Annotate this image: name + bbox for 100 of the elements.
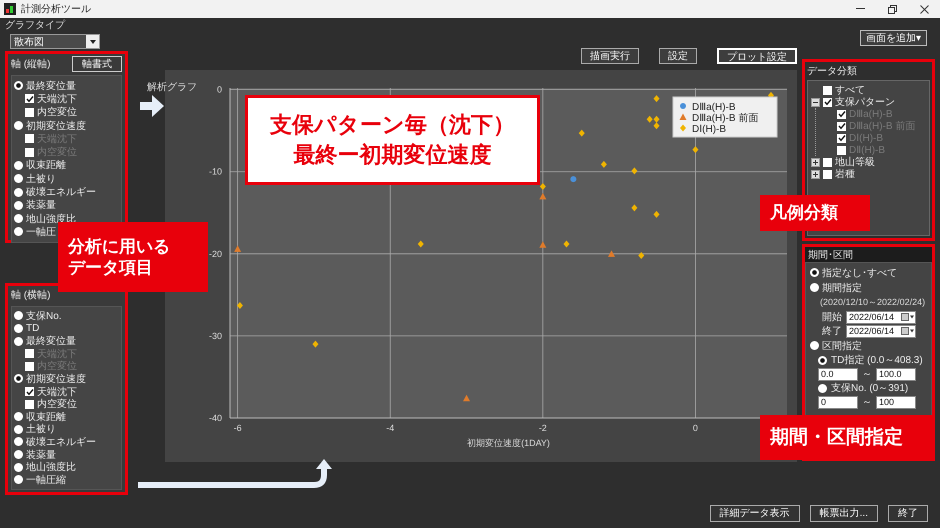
panel-title: 期間･区間 — [808, 248, 853, 262]
checkbox[interactable] — [823, 170, 832, 178]
toolbar-button[interactable]: 描画実行 — [581, 48, 639, 64]
callout-label: 凡例分類 — [760, 195, 870, 231]
add-screen-button[interactable]: 画面を追加▾ — [860, 30, 927, 46]
checkbox[interactable] — [25, 400, 34, 409]
radio-button[interactable] — [14, 311, 23, 320]
radio-button[interactable] — [818, 356, 827, 364]
toolbar-button[interactable]: プロット設定 — [717, 48, 797, 64]
radio-button[interactable] — [14, 160, 23, 170]
tree-item-label[interactable]: 支保パターン — [835, 95, 895, 109]
legend-marker — [680, 103, 686, 109]
axis-format-button[interactable]: 軸書式 — [72, 56, 122, 72]
minimize-icon — [856, 8, 864, 10]
date-field[interactable]: 2022/06/14 — [846, 310, 916, 324]
tree-item-label[interactable]: 岩種 — [835, 167, 855, 181]
data-point — [540, 183, 546, 190]
panel-title: 軸 (横軸) — [11, 288, 50, 302]
radio-button[interactable] — [810, 268, 819, 277]
legend-marker — [680, 114, 686, 120]
option-label: TD指定 (0.0～408.3) — [831, 354, 923, 367]
option-label: 装薬量 — [26, 198, 56, 212]
data-point — [631, 167, 638, 174]
option-label: 内空変位 — [37, 106, 77, 120]
radio-button[interactable] — [14, 214, 23, 224]
checkbox[interactable] — [25, 94, 34, 104]
range-separator: ～ — [862, 396, 872, 409]
radio-button[interactable] — [14, 475, 23, 484]
expand-icon[interactable] — [811, 170, 820, 178]
data-point — [631, 204, 638, 212]
checkbox[interactable] — [25, 108, 34, 117]
option-label: 地山強度比 — [26, 460, 76, 474]
radio-button[interactable] — [14, 424, 23, 434]
option-label: 破壊エネルギー — [26, 186, 96, 200]
footer-button[interactable]: 詳細データ表示 — [710, 504, 800, 522]
data-point — [539, 241, 546, 248]
checkbox[interactable] — [25, 387, 34, 396]
bent-arrow-icon — [138, 458, 334, 490]
radio-button[interactable] — [810, 341, 819, 350]
checkbox[interactable] — [823, 158, 832, 166]
range-field[interactable]: 0.0 — [818, 368, 858, 380]
option-label: 内空変位 — [37, 398, 77, 412]
panel-title: データ分類 — [807, 64, 858, 78]
radio-button[interactable] — [14, 336, 23, 346]
footer-button[interactable]: 終了 — [888, 504, 928, 522]
radio-button[interactable] — [14, 227, 23, 236]
data-point — [312, 340, 318, 348]
legend-label: DⅢa(H)-B 前面 — [692, 113, 758, 124]
data-point — [539, 192, 546, 200]
radio-button[interactable] — [14, 174, 23, 184]
option-label: 初期変位速度 — [26, 372, 86, 386]
graph-type-dropdown[interactable]: 散布図 — [10, 34, 100, 49]
checkbox[interactable] — [823, 86, 832, 94]
checkbox[interactable] — [823, 98, 832, 106]
axis-title: 初期変位速度(1DAY) — [467, 438, 550, 448]
option-label: 区間指定 — [822, 340, 862, 352]
tree-item-label[interactable]: 地山等級 — [835, 155, 875, 169]
radio-button[interactable] — [14, 462, 23, 472]
field-label: 終了 — [822, 325, 842, 338]
data-point — [418, 240, 424, 248]
option-label: 一軸圧 — [26, 226, 56, 239]
option-label: 収束距離 — [26, 158, 66, 172]
radio-button[interactable] — [14, 121, 23, 130]
option-label: 最終変位量 — [26, 334, 76, 348]
callout-text: データ項目 — [68, 257, 154, 278]
option-label: 土被り — [26, 172, 56, 186]
radio-button[interactable] — [14, 200, 23, 210]
range-field[interactable]: 100.0 — [876, 368, 916, 380]
date-field[interactable]: 2022/06/14 — [846, 324, 916, 338]
option-label: 最終変位量 — [26, 80, 76, 93]
option-label: 期間指定 — [822, 282, 862, 294]
collapse-icon[interactable] — [811, 98, 820, 106]
callout-label: 期間・区間指定 — [760, 415, 935, 460]
radio-button[interactable] — [14, 450, 23, 460]
option-label: 土被り — [26, 422, 56, 436]
option-label: 収束距離 — [26, 410, 66, 424]
footer-button[interactable]: 帳票出力... — [810, 504, 878, 522]
radio-button[interactable] — [14, 324, 23, 334]
data-point — [463, 394, 470, 402]
tick-label: 0 — [216, 84, 222, 95]
radio-button[interactable] — [818, 384, 827, 392]
field-label: 開始 — [822, 311, 842, 324]
tick-label: -10 — [208, 166, 222, 177]
range-field[interactable]: 100 — [876, 396, 916, 408]
option-label: TD — [26, 323, 40, 334]
range-field[interactable]: 0 — [818, 396, 858, 408]
caret-icon — [90, 40, 96, 44]
toolbar-button[interactable]: 設定 — [659, 48, 697, 64]
radio-button[interactable] — [14, 188, 23, 197]
radio-button[interactable] — [14, 81, 23, 90]
radio-button[interactable] — [14, 412, 23, 422]
data-point — [564, 240, 570, 248]
data-point — [600, 160, 607, 168]
radio-button[interactable] — [14, 437, 23, 446]
window-title: 計測分析ツール — [21, 2, 91, 16]
data-point — [654, 95, 660, 102]
radio-button[interactable] — [14, 374, 23, 384]
expand-icon[interactable] — [811, 158, 820, 166]
tree-item-label[interactable]: すべて — [835, 83, 865, 97]
radio-button[interactable] — [810, 283, 819, 292]
